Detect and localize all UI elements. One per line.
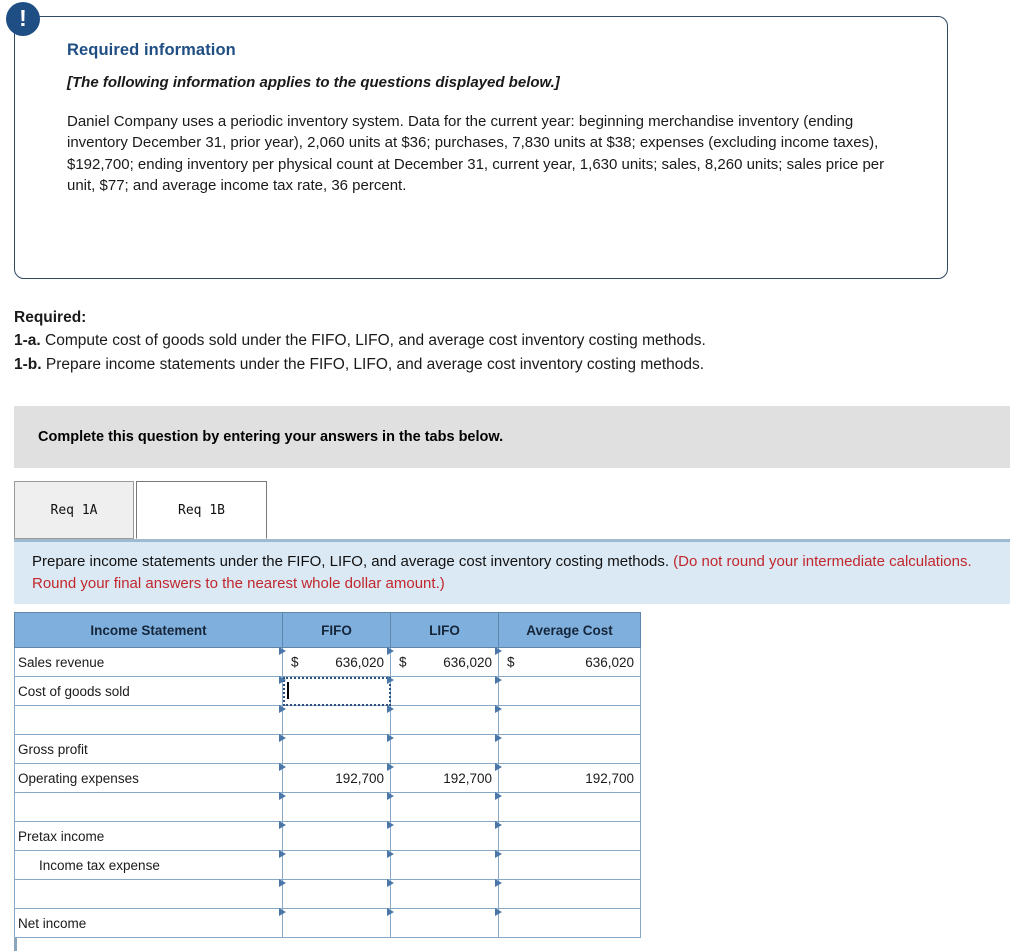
applies-note: [The following information applies to th… (67, 74, 560, 91)
cell-lifo[interactable] (387, 908, 499, 938)
cell-fifo[interactable] (279, 705, 391, 735)
cell-lifo[interactable] (387, 676, 499, 706)
question-prompt-band: Prepare income statements under the FIFO… (14, 542, 1010, 604)
cell-avg[interactable] (495, 734, 641, 764)
table-row: Gross profit (14, 734, 641, 764)
required-label: Required: (14, 309, 87, 326)
income-statement-table: Income Statement FIFO LIFO Average Cost … (14, 612, 641, 938)
cell-lifo[interactable]: 192,700 (387, 763, 499, 793)
row-label: Income tax expense (14, 850, 283, 880)
cell-lifo[interactable] (387, 792, 499, 822)
required-item-1b-number: 1-b. (14, 355, 42, 373)
required-item-1a-text: Compute cost of goods sold under the FIF… (45, 332, 706, 350)
cell-avg[interactable] (495, 676, 641, 706)
required-item-1a-number: 1-a. (14, 332, 41, 350)
table-row: Operating expenses 192,700 192,700 192,700 (14, 763, 641, 793)
text-caret (287, 682, 289, 699)
currency-symbol: $ (507, 654, 515, 670)
complete-question-text: Complete this question by entering your … (38, 429, 504, 445)
tab-strip: Req 1A Req 1B (14, 481, 1010, 541)
column-header-fifo: FIFO (282, 612, 391, 648)
cell-avg[interactable] (495, 792, 641, 822)
question-prompt-main: Prepare income statements under the FIFO… (32, 553, 669, 570)
cell-fifo[interactable] (279, 734, 391, 764)
required-item-1a: 1-a. Compute cost of goods sold under th… (14, 329, 974, 352)
table-row: Pretax income (14, 821, 641, 851)
cell-fifo[interactable] (279, 792, 391, 822)
cell-value: 192,700 (585, 770, 634, 786)
cell-lifo[interactable]: $636,020 (387, 647, 499, 677)
required-item-1b: 1-b. Prepare income statements under the… (14, 353, 974, 376)
table-header-row: Income Statement FIFO LIFO Average Cost (14, 612, 641, 648)
cell-avg[interactable] (495, 821, 641, 851)
cell-fifo[interactable] (279, 821, 391, 851)
column-header-lifo: LIFO (390, 612, 499, 648)
row-label: Sales revenue (14, 647, 283, 677)
cell-lifo[interactable] (387, 705, 499, 735)
cell-avg[interactable] (495, 879, 641, 909)
row-label: Net income (14, 908, 283, 938)
cell-avg[interactable]: 192,700 (495, 763, 641, 793)
cell-lifo[interactable] (387, 850, 499, 880)
row-label: Gross profit (14, 734, 283, 764)
table-row (14, 792, 641, 822)
table-row (14, 705, 641, 735)
cell-fifo[interactable] (279, 676, 391, 706)
row-label: Cost of goods sold (14, 676, 283, 706)
cell-lifo[interactable] (387, 821, 499, 851)
column-header-income-statement: Income Statement (14, 612, 283, 648)
cell-avg[interactable]: $636,020 (495, 647, 641, 677)
required-item-1b-text: Prepare income statements under the FIFO… (45, 355, 705, 373)
cell-fifo[interactable]: 192,700 (279, 763, 391, 793)
cell-fifo[interactable] (279, 850, 391, 880)
tab-req-1a[interactable]: Req 1A (14, 481, 134, 539)
column-header-average-cost: Average Cost (498, 612, 641, 648)
required-section: Required: 1-a. Compute cost of goods sol… (14, 306, 974, 376)
tab-req-1b-label: Req 1B (178, 502, 225, 518)
currency-symbol: $ (291, 654, 299, 670)
exclamation-icon: ! (6, 2, 40, 36)
currency-symbol: $ (399, 654, 407, 670)
cell-lifo[interactable] (387, 879, 499, 909)
cell-value: 636,020 (585, 654, 634, 670)
cell-value: 636,020 (443, 654, 492, 670)
exclamation-glyph: ! (19, 4, 27, 31)
cell-fifo[interactable]: $636,020 (279, 647, 391, 677)
cell-value: 192,700 (335, 770, 384, 786)
complete-question-band: Complete this question by entering your … (14, 406, 1010, 468)
cell-avg[interactable] (495, 908, 641, 938)
cell-avg[interactable] (495, 705, 641, 735)
cell-avg[interactable] (495, 850, 641, 880)
table-row: Net income (14, 908, 641, 938)
required-information-box: Required information [The following info… (14, 16, 948, 279)
row-label (14, 879, 283, 909)
row-label: Operating expenses (14, 763, 283, 793)
table-row: Cost of goods sold (14, 676, 641, 706)
table-row: Sales revenue $636,020 $636,020 $636,020 (14, 647, 641, 677)
row-label: Pretax income (14, 821, 283, 851)
table-row (14, 879, 641, 909)
cell-fifo[interactable] (279, 879, 391, 909)
cell-lifo[interactable] (387, 734, 499, 764)
required-information-heading: Required information (67, 41, 236, 59)
cell-fifo[interactable] (279, 908, 391, 938)
tab-req-1a-label: Req 1A (50, 502, 98, 518)
tab-req-1b[interactable]: Req 1B (136, 481, 267, 539)
row-label (14, 705, 283, 735)
scenario-text: Daniel Company uses a periodic inventory… (67, 113, 885, 194)
row-label (14, 792, 283, 822)
cell-value: 636,020 (335, 654, 384, 670)
table-row: Income tax expense (14, 850, 641, 880)
cell-value: 192,700 (443, 770, 492, 786)
